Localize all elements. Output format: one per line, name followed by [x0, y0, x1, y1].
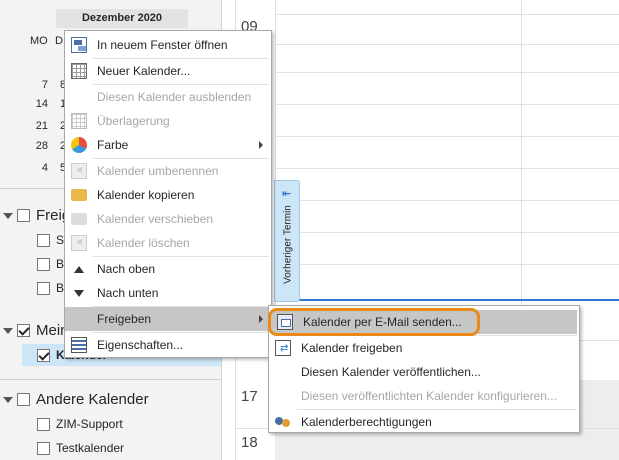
menu-item-label: Eigenschaften... — [97, 338, 184, 352]
group-label: Andere Kalender — [36, 391, 149, 408]
color-icon — [71, 137, 87, 153]
menu-item-label: In neuem Fenster öffnen — [97, 38, 228, 52]
copy-folder-icon — [71, 189, 87, 201]
hour-gridline — [275, 44, 619, 45]
calendar-checkbox[interactable] — [37, 233, 50, 247]
calendar-item[interactable]: ZIM-Support — [37, 417, 123, 431]
menu-item-label: Freigeben — [97, 312, 152, 326]
menu-item-label: Überlagerung — [97, 114, 170, 128]
menu-item-overlay[interactable]: Überlagerung — [65, 109, 271, 133]
highlight-ring — [268, 308, 480, 336]
hour-label: 18 — [241, 434, 258, 451]
current-time-line — [275, 299, 619, 301]
menu-item-share-calendar[interactable]: Kalender freigeben — [269, 336, 579, 360]
menu-item-label: Nach unten — [97, 286, 159, 300]
menu-item-new-calendar[interactable]: Neuer Kalender... — [65, 59, 271, 83]
hour-gridline — [275, 14, 619, 15]
mini-calendar-month-label[interactable]: Dezember 2020 — [56, 9, 188, 28]
menu-item-label: Nach oben — [97, 262, 156, 276]
share-calendar-icon — [275, 340, 291, 356]
calendar-checkbox[interactable] — [37, 257, 50, 271]
menu-item-open-new-window[interactable]: In neuem Fenster öffnen — [65, 33, 271, 57]
menu-item-label: Neuer Kalender... — [97, 64, 191, 78]
menu-item-publish-calendar[interactable]: Diesen Kalender veröffentlichen... — [269, 360, 579, 384]
calendar-checkbox[interactable] — [37, 417, 50, 431]
menu-item-label: Kalender kopieren — [97, 188, 195, 202]
group-checkbox[interactable] — [17, 209, 30, 222]
hour-gridline — [275, 264, 619, 265]
mini-calendar-week[interactable]: 2122 — [0, 120, 73, 132]
hour-gridline — [275, 232, 619, 233]
properties-icon — [71, 337, 87, 353]
hour-label: 17 — [241, 388, 258, 405]
hour-gridline — [275, 200, 619, 201]
delete-icon — [71, 235, 87, 251]
menu-item-properties[interactable]: Eigenschaften... — [65, 333, 271, 357]
menu-item-label: Kalender verschieben — [97, 212, 214, 226]
hour-gridline — [275, 168, 619, 169]
collapse-triangle-icon[interactable] — [3, 396, 13, 403]
mini-calendar-dow: MO — [30, 35, 48, 47]
menu-item-move-down[interactable]: Nach unten — [65, 281, 271, 305]
calendar-checkbox[interactable] — [37, 281, 50, 295]
menu-item-rename-calendar[interactable]: Kalender umbenennen — [65, 159, 271, 183]
collapse-triangle-icon[interactable] — [3, 327, 13, 334]
nav-divider — [0, 379, 222, 380]
menu-item-label: Kalender löschen — [97, 236, 190, 250]
previous-appointment-tab[interactable]: ⇤ Vorheriger Termin — [274, 180, 300, 302]
menu-item-color[interactable]: Farbe — [65, 133, 271, 157]
group-checkbox[interactable] — [17, 393, 30, 406]
calendar-item-label: ZIM-Support — [56, 417, 123, 431]
hour-gridline — [275, 136, 619, 137]
collapse-triangle-icon[interactable] — [3, 212, 13, 219]
calendar-checkbox[interactable] — [37, 441, 50, 455]
move-folder-icon — [71, 213, 87, 225]
menu-item-hide-calendar[interactable]: Diesen Kalender ausblenden — [65, 85, 271, 109]
arrow-up-icon — [74, 266, 84, 273]
submenu-arrow-icon — [259, 315, 263, 323]
menu-item-label: Diesen Kalender ausblenden — [97, 90, 252, 104]
previous-appointment-label: Vorheriger Termin — [282, 205, 294, 284]
calendar-item[interactable]: Bl — [37, 257, 67, 271]
calendar-item[interactable]: Testkalender — [37, 441, 124, 455]
menu-item-copy-calendar[interactable]: Kalender kopieren — [65, 183, 271, 207]
overlay-icon — [71, 113, 87, 129]
arrow-left-icon: ⇤ — [282, 188, 292, 200]
menu-item-label: Kalender freigeben — [301, 341, 403, 355]
calendar-group-freig[interactable]: Freig — [3, 207, 70, 224]
mini-calendar-week[interactable]: 2829 — [0, 140, 73, 152]
mini-calendar-week[interactable]: 1415 — [0, 98, 73, 110]
calendar-grid-icon — [71, 63, 87, 79]
new-window-icon — [71, 37, 87, 53]
menu-item-move-calendar[interactable]: Kalender verschieben — [65, 207, 271, 231]
menu-item-calendar-permissions[interactable]: Kalenderberechtigungen — [269, 410, 579, 434]
menu-item-move-up[interactable]: Nach oben — [65, 257, 271, 281]
mini-calendar-dow: D — [55, 35, 63, 47]
context-menu: In neuem Fenster öffnen Neuer Kalender..… — [64, 30, 272, 358]
menu-item-label: Diesen veröffentlichten Kalender konfigu… — [301, 389, 557, 403]
hour-gridline — [275, 72, 619, 73]
hour-gridline — [275, 104, 619, 105]
calendar-item-label: Testkalender — [56, 441, 125, 455]
menu-item-delete-calendar[interactable]: Kalender löschen — [65, 231, 271, 255]
submenu-arrow-icon — [259, 141, 263, 149]
mini-calendar-week[interactable]: 78 — [0, 79, 66, 91]
permissions-icon — [275, 414, 291, 430]
menu-item-label: Kalenderberechtigungen — [301, 415, 432, 429]
menu-item-share[interactable]: Freigeben — [65, 307, 271, 331]
menu-item-configure-published[interactable]: Diesen veröffentlichten Kalender konfigu… — [269, 384, 579, 408]
menu-item-label: Kalender umbenennen — [97, 164, 219, 178]
menu-item-label: Diesen Kalender veröffentlichen... — [301, 365, 481, 379]
rename-icon — [71, 163, 87, 179]
menu-item-label: Farbe — [97, 138, 129, 152]
group-checkbox[interactable] — [17, 324, 30, 337]
arrow-down-icon — [74, 290, 84, 297]
calendar-group-andere[interactable]: Andere Kalender — [3, 391, 149, 408]
calendar-group-meine[interactable]: Mein — [3, 322, 69, 339]
calendar-checkbox[interactable] — [37, 348, 50, 362]
mini-calendar-week[interactable]: 45 — [0, 162, 66, 174]
